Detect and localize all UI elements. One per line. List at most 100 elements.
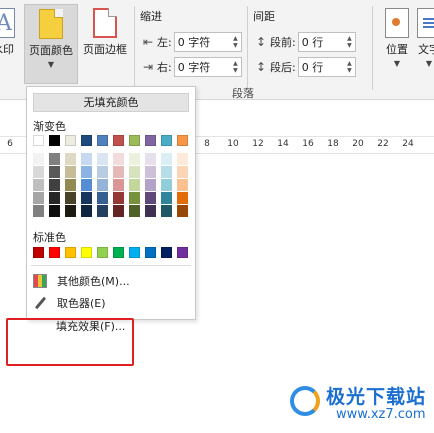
gradient-swatch[interactable]: [129, 192, 140, 204]
gradient-swatch[interactable]: [33, 135, 44, 146]
gradient-swatch[interactable]: [161, 205, 172, 217]
spin-arrows-icon[interactable]: ▲ ▼: [233, 35, 238, 49]
gradient-swatch[interactable]: [161, 135, 172, 146]
gradient-swatch[interactable]: [97, 205, 108, 217]
gradient-swatch[interactable]: [33, 166, 44, 178]
ruler-tick-label: 18: [327, 139, 339, 149]
gradient-swatch[interactable]: [33, 205, 44, 217]
eyedropper-item[interactable]: 取色器(E): [33, 293, 189, 313]
ribbon-toolbar: 水印 页面颜色 ▼ 页面边框 缩进 ⇤ 左: 0 字符 ▲▼ ⇥ 右: 0 字符…: [0, 0, 434, 100]
text-wrap-button[interactable]: 文字 ▼: [414, 4, 434, 84]
gradient-swatch[interactable]: [49, 192, 60, 204]
gradient-swatch[interactable]: [177, 153, 188, 165]
gradient-swatch[interactable]: [81, 153, 92, 165]
gradient-swatch[interactable]: [129, 205, 140, 217]
indent-right-row: ⇥ 右: 0 字符 ▲ ▼: [140, 57, 242, 77]
gradient-swatch[interactable]: [113, 135, 124, 146]
gradient-swatch[interactable]: [129, 153, 140, 165]
other-colors-item[interactable]: 其他颜色(M)...: [33, 271, 189, 291]
gradient-swatch[interactable]: [65, 153, 76, 165]
gradient-swatch[interactable]: [177, 135, 188, 146]
standard-color-swatch[interactable]: [65, 247, 76, 258]
gradient-swatch[interactable]: [81, 192, 92, 204]
gradient-swatch[interactable]: [145, 192, 156, 204]
spin-arrows-icon[interactable]: ▲ ▼: [347, 60, 352, 74]
text-wrap-label: 文字: [418, 43, 434, 56]
page-color-button[interactable]: 页面颜色 ▼: [24, 4, 78, 84]
gradient-swatch[interactable]: [113, 166, 124, 178]
gradient-swatch[interactable]: [33, 179, 44, 191]
gradient-swatch[interactable]: [145, 135, 156, 146]
gradient-swatch[interactable]: [65, 192, 76, 204]
standard-color-swatch[interactable]: [145, 247, 156, 258]
gradient-swatch[interactable]: [161, 179, 172, 191]
gradient-swatch[interactable]: [49, 135, 60, 146]
gradient-swatch[interactable]: [49, 205, 60, 217]
gradient-swatch[interactable]: [49, 153, 60, 165]
ruler-tick-label: 20: [352, 139, 364, 149]
gradient-swatch[interactable]: [97, 179, 108, 191]
gradient-swatch[interactable]: [145, 179, 156, 191]
gradient-swatch[interactable]: [97, 135, 108, 146]
gradient-swatch[interactable]: [81, 205, 92, 217]
gradient-swatch[interactable]: [113, 153, 124, 165]
ribbon-divider: [247, 6, 248, 90]
gradient-swatch[interactable]: [65, 135, 76, 146]
gradient-swatch[interactable]: [113, 179, 124, 191]
gradient-swatch[interactable]: [145, 205, 156, 217]
gradient-swatch[interactable]: [177, 192, 188, 204]
gradient-swatch[interactable]: [33, 153, 44, 165]
gradient-swatch[interactable]: [161, 153, 172, 165]
indent-left-stepper[interactable]: 0 字符 ▲ ▼: [173, 32, 242, 52]
standard-color-swatch[interactable]: [177, 247, 188, 258]
site-watermark-logo: 极光下载站 www.xz7.com: [290, 382, 430, 426]
ruler-tick-label: 14: [277, 139, 289, 149]
standard-color-swatch[interactable]: [97, 247, 108, 258]
gradient-swatch[interactable]: [65, 179, 76, 191]
indent-left-label: 左:: [157, 36, 172, 49]
gradient-swatch[interactable]: [97, 192, 108, 204]
color-palette-icon: [33, 274, 47, 288]
spacing-before-stepper[interactable]: 0 行 ▲ ▼: [297, 32, 356, 52]
watermark-button[interactable]: 水印: [0, 4, 20, 84]
gradient-swatch[interactable]: [161, 166, 172, 178]
gradient-swatch[interactable]: [65, 166, 76, 178]
page-border-button[interactable]: 页面边框: [78, 4, 132, 84]
gradient-swatch[interactable]: [129, 135, 140, 146]
gradient-swatch[interactable]: [49, 179, 60, 191]
standard-color-swatch[interactable]: [33, 247, 44, 258]
spin-arrows-icon[interactable]: ▲ ▼: [233, 60, 238, 74]
position-button[interactable]: 位置 ▼: [380, 4, 414, 84]
standard-color-swatch[interactable]: [129, 247, 140, 258]
no-fill-button[interactable]: 无填充颜色: [33, 93, 189, 112]
spacing-after-stepper[interactable]: 0 行 ▲ ▼: [297, 57, 356, 77]
gradient-swatch[interactable]: [145, 153, 156, 165]
standard-color-swatch[interactable]: [113, 247, 124, 258]
standard-color-swatch[interactable]: [161, 247, 172, 258]
indent-right-stepper[interactable]: 0 字符 ▲ ▼: [173, 57, 242, 77]
gradient-swatch[interactable]: [97, 166, 108, 178]
standard-color-swatch[interactable]: [81, 247, 92, 258]
spacing-after-value: 0 行: [301, 61, 324, 74]
gradient-swatch[interactable]: [81, 135, 92, 146]
gradient-swatch[interactable]: [145, 166, 156, 178]
page-color-dropdown: 无填充颜色 渐变色 标准色 其他颜色(M)... 取色器(E): [26, 86, 196, 320]
gradient-swatch[interactable]: [177, 179, 188, 191]
gradient-swatch[interactable]: [129, 166, 140, 178]
gradient-swatch[interactable]: [49, 166, 60, 178]
page-color-icon: [39, 9, 63, 39]
gradient-swatch[interactable]: [33, 192, 44, 204]
gradient-swatch[interactable]: [97, 153, 108, 165]
gradient-swatch[interactable]: [129, 179, 140, 191]
gradient-swatch[interactable]: [161, 192, 172, 204]
gradient-swatch[interactable]: [113, 192, 124, 204]
gradient-swatch[interactable]: [177, 205, 188, 217]
gradient-swatch[interactable]: [113, 205, 124, 217]
gradient-swatch[interactable]: [177, 166, 188, 178]
gradient-swatch[interactable]: [81, 166, 92, 178]
standard-color-swatch[interactable]: [49, 247, 60, 258]
gradient-swatch[interactable]: [81, 179, 92, 191]
gradient-swatch[interactable]: [65, 205, 76, 217]
spin-arrows-icon[interactable]: ▲ ▼: [347, 35, 352, 49]
chevron-down-icon: ▼: [393, 59, 401, 68]
